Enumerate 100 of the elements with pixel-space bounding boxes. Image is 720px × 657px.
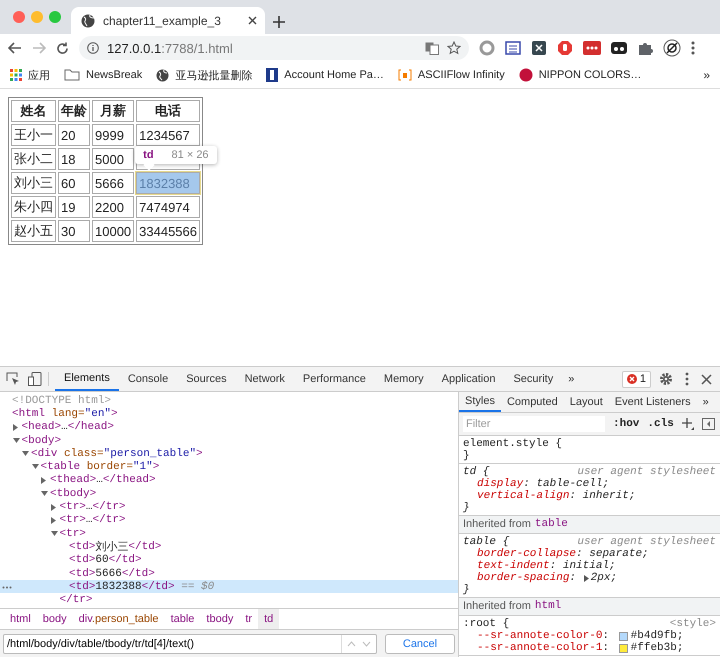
css-value[interactable]: table-cell; xyxy=(536,478,610,490)
more-tabs[interactable]: » xyxy=(562,373,580,385)
dom-tree-line[interactable]: <td>刘小三</td> xyxy=(0,540,458,554)
bookmark[interactable]: ASCIIFlow Infinity xyxy=(398,69,505,81)
slashed-circle-icon[interactable] xyxy=(663,39,681,57)
inherited-tag-link[interactable]: html xyxy=(534,600,562,613)
css-value[interactable]: 2px; xyxy=(590,572,618,584)
address-bar[interactable]: 127.0.0.1:7788/1.html xyxy=(79,36,469,60)
expanded-arrow-icon[interactable] xyxy=(12,438,20,444)
breadcrumb[interactable]: body xyxy=(36,609,73,629)
dots-icon[interactable] xyxy=(583,40,601,56)
dom-tree-line[interactable]: <tbody> xyxy=(0,487,458,500)
ring-icon[interactable] xyxy=(479,40,495,56)
collapsed-arrow-icon[interactable] xyxy=(41,476,47,484)
expanded-arrow-icon[interactable] xyxy=(22,450,29,457)
expanded-arrow-icon[interactable] xyxy=(32,464,38,470)
search-input[interactable]: /html/body/div/table/tbody/tr/td[4]/text() xyxy=(7,638,341,650)
menu-icon[interactable] xyxy=(691,41,695,55)
dom-tree-line[interactable]: <head>…</head> xyxy=(0,420,458,434)
bookmark[interactable]: Account Home Pa… xyxy=(266,68,384,82)
dom-tree-line[interactable]: <table border="1"> xyxy=(0,460,458,474)
expand-arrow-icon[interactable] xyxy=(582,574,591,582)
collapsed-arrow-icon[interactable] xyxy=(50,504,56,511)
class-toggle[interactable]: .cls xyxy=(647,418,674,430)
bookmarks-more[interactable]: » xyxy=(703,68,710,82)
devtools-tab[interactable]: Memory xyxy=(374,367,433,391)
breadcrumb[interactable]: td xyxy=(258,609,280,629)
css-value[interactable]: inherit; xyxy=(582,490,636,502)
dom-tree-line[interactable]: <html lang="en"> xyxy=(0,407,458,421)
error-badge[interactable]: 1 xyxy=(622,370,651,388)
expanded-arrow-icon[interactable] xyxy=(50,530,58,537)
breadcrumb[interactable]: tbody xyxy=(200,609,240,629)
devtools-tab[interactable]: Network xyxy=(236,367,294,391)
translate-icon[interactable] xyxy=(425,42,439,54)
list-icon[interactable] xyxy=(505,40,521,56)
rule-source[interactable]: user agent stylesheet xyxy=(577,466,716,478)
mask-icon[interactable] xyxy=(611,40,627,56)
devtools-tab[interactable]: Console xyxy=(118,367,178,391)
styles-tab[interactable]: Event Listeners xyxy=(608,392,697,412)
css-value[interactable]: initial; xyxy=(562,560,616,572)
collapsed-arrow-icon[interactable] xyxy=(12,424,18,431)
filter-field[interactable]: Filter xyxy=(463,416,605,432)
css-declaration[interactable]: --sr-annote-color-0: xyxy=(477,630,616,642)
css-declaration[interactable]: text-indent: xyxy=(477,560,563,572)
rule-source[interactable]: user agent stylesheet xyxy=(577,536,716,548)
expanded-arrow-icon[interactable] xyxy=(41,490,48,497)
breadcrumb[interactable]: div.person_table xyxy=(72,609,165,629)
breadcrumb[interactable]: table xyxy=(164,609,200,629)
x-box-icon[interactable] xyxy=(531,40,547,56)
css-value[interactable]: #b4d9fb; xyxy=(630,630,684,642)
settings-icon[interactable] xyxy=(659,372,673,386)
css-declaration[interactable]: display: xyxy=(477,478,536,490)
dom-tree-line[interactable]: <thead>…</thead> xyxy=(0,474,458,488)
puzzle-icon[interactable] xyxy=(637,40,653,56)
css-value[interactable]: #ffeb3b; xyxy=(630,642,684,654)
device-icon[interactable] xyxy=(28,372,42,386)
dom-tree-line[interactable]: <td>60</td> xyxy=(0,554,458,567)
dom-tree-line[interactable]: <tr> xyxy=(0,526,458,540)
bookmark[interactable]: NewsBreak xyxy=(64,69,142,81)
more-tabs[interactable]: » xyxy=(696,396,715,408)
devtools-tab[interactable]: Performance xyxy=(294,367,375,391)
bookmark[interactable]: 应用 xyxy=(10,68,50,82)
dom-tree-line[interactable]: <body> xyxy=(0,434,458,448)
dom-tree-line[interactable]: </tr> xyxy=(0,593,458,607)
browser-tab[interactable]: chapter11_example_3 xyxy=(71,7,265,34)
new-tab-icon[interactable] xyxy=(273,16,285,28)
devtools-tab[interactable]: Sources xyxy=(177,367,236,391)
inherited-tag-link[interactable]: table xyxy=(534,518,568,531)
styles-tab[interactable]: Computed xyxy=(500,392,564,412)
rule-source[interactable]: <style> xyxy=(670,618,716,630)
css-declaration[interactable]: border-spacing: xyxy=(477,572,583,584)
reload-icon[interactable] xyxy=(56,42,69,54)
star-icon[interactable] xyxy=(447,41,461,55)
bookmark[interactable]: 亚马逊批量删除 xyxy=(156,68,252,82)
css-declaration[interactable]: vertical-align: xyxy=(477,490,583,502)
color-swatch[interactable] xyxy=(618,632,628,640)
hand-icon[interactable] xyxy=(557,40,573,56)
sidebar-toggle-icon[interactable] xyxy=(702,418,715,430)
more-icon[interactable] xyxy=(685,372,689,386)
cancel-button[interactable]: Cancel xyxy=(385,634,455,654)
breadcrumb[interactable]: tr xyxy=(239,609,258,629)
search-field[interactable]: /html/body/div/table/tbody/tr/td[4]/text() xyxy=(3,634,377,654)
bookmark[interactable]: NIPPON COLORS… xyxy=(518,68,642,82)
dom-tree-line[interactable]: <tr>…</tr> xyxy=(0,500,458,514)
dom-tree-line[interactable]: <td>5666</td> xyxy=(0,566,458,580)
add-rule-icon[interactable] xyxy=(682,418,694,430)
devtools-tab[interactable]: Elements xyxy=(55,367,119,391)
css-declaration[interactable]: --sr-annote-color-1: xyxy=(477,642,616,654)
close-icon[interactable] xyxy=(248,16,257,25)
css-declaration[interactable]: border-collapse: xyxy=(477,548,590,560)
close-icon[interactable] xyxy=(701,374,712,384)
collapsed-arrow-icon[interactable] xyxy=(50,516,56,524)
styles-tab[interactable]: Layout xyxy=(564,392,609,412)
css-value[interactable]: separate; xyxy=(589,548,649,560)
back-arrow-icon[interactable] xyxy=(8,42,22,54)
breadcrumb[interactable]: html xyxy=(4,609,37,629)
inspect-icon[interactable] xyxy=(6,372,20,386)
devtools-tab[interactable]: Security xyxy=(504,367,562,391)
dom-tree-line[interactable]: <tr>…</tr> xyxy=(0,514,458,527)
color-swatch[interactable] xyxy=(618,644,628,652)
